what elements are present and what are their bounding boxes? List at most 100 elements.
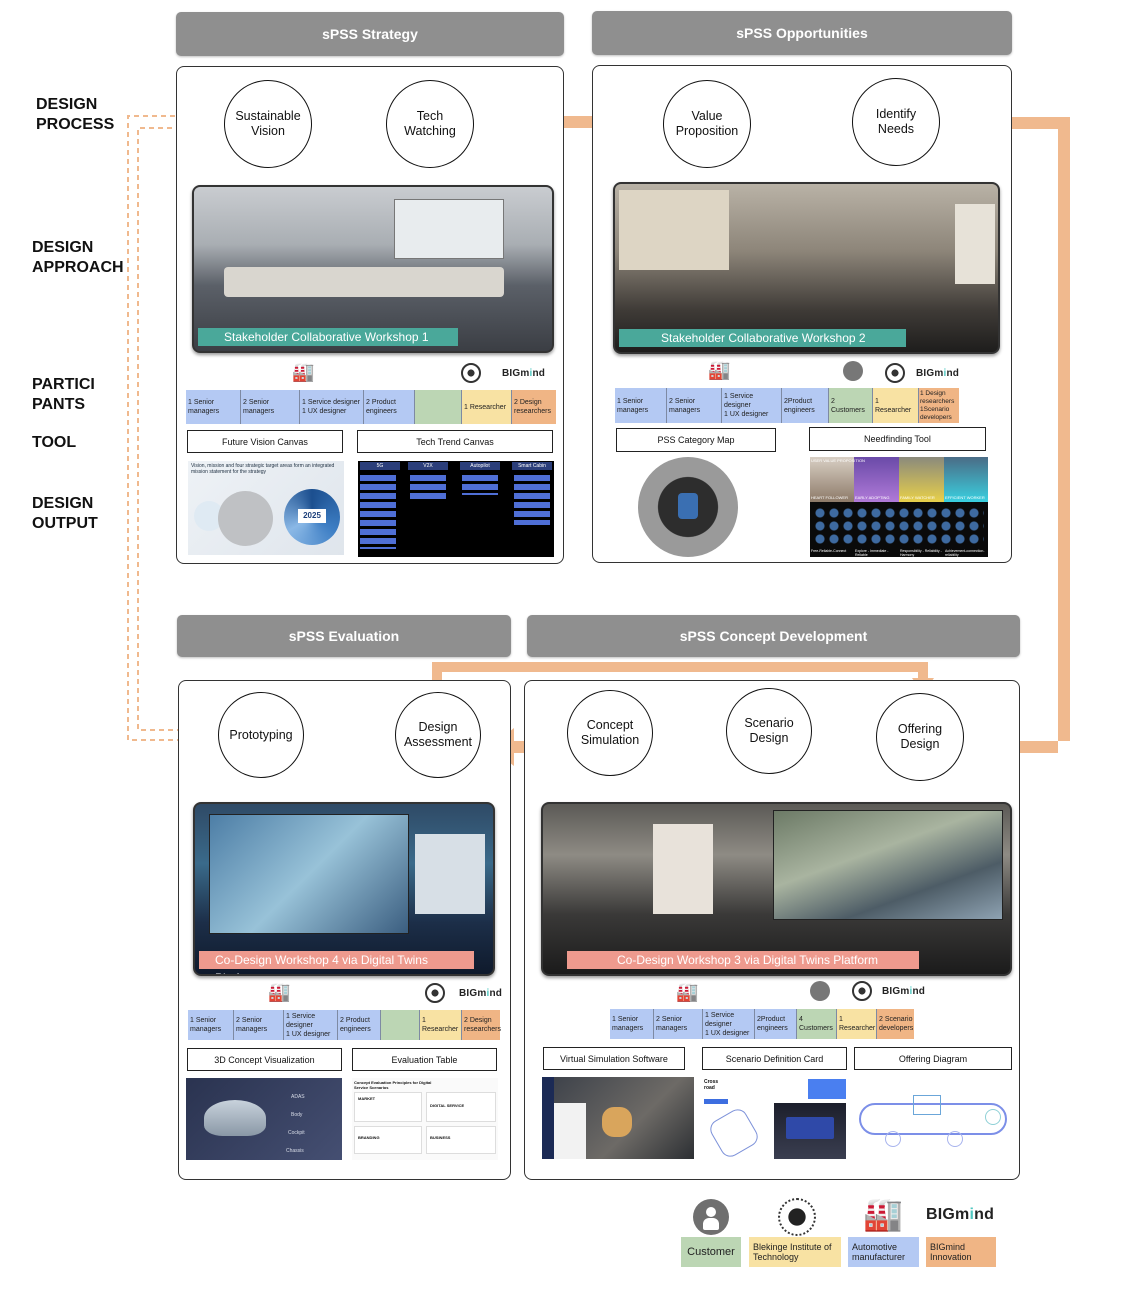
participants-strategy: 1 Senior managers 2 Senior managers 1 Se… <box>186 390 556 424</box>
bigmind-logo: BIGmind <box>916 368 960 379</box>
tool-tech-trend-canvas: Tech Trend Canvas <box>357 430 553 453</box>
scenario-card-title: Cross road <box>704 1079 719 1091</box>
trend-cards <box>360 475 396 549</box>
trend-cards <box>462 475 498 495</box>
row-label-design-output: DESIGN OUTPUT <box>32 495 98 532</box>
tool-scenario-definition-card: Scenario Definition Card <box>702 1047 847 1070</box>
car-part-label: Chassis <box>286 1148 304 1154</box>
persona-values: Free-Reliable-Connect <box>811 549 847 553</box>
eval-table-title: Concept Evaluation Principles for Digita… <box>354 1080 432 1090</box>
customer-icon <box>810 981 830 1001</box>
participant-cell: 1 Researcher <box>873 388 919 423</box>
car-part-label: Body <box>291 1112 303 1118</box>
trend-column-header: Autopilot <box>460 462 500 470</box>
vision-circle-mid <box>218 491 273 546</box>
factory-icon: 🏭 <box>292 362 315 382</box>
participant-cell: 1 Service designer 1 UX designer <box>300 390 364 424</box>
kiosk <box>653 824 713 914</box>
participant-cell: 2 Product engineers <box>364 390 415 424</box>
participant-cell: 1 Senior managers <box>615 388 667 423</box>
trend-column-header: Smart Cabin <box>512 462 552 470</box>
customer-head <box>706 1207 716 1217</box>
vision-circle-2025: 2025 <box>284 489 340 545</box>
participant-cell: 2 Customers <box>829 388 873 423</box>
step-offering-design: Offering Design <box>876 693 964 781</box>
factory-icon: 🏭 <box>708 360 731 380</box>
participant-cell: 2Product engineers <box>755 1009 797 1039</box>
scenario-card-tag <box>704 1099 728 1104</box>
eval-category: BRANDING <box>354 1126 422 1154</box>
persona-values: Responsibility - Reliability - Harmony <box>900 549 942 557</box>
persona-label: FAMILY WATCHER <box>900 495 935 500</box>
digital-twin-video-wall <box>209 814 409 934</box>
bth-seal-icon <box>425 983 445 1003</box>
persona-label: EFFICIENT WORKER <box>945 495 985 500</box>
participant-cell: 2 Design researchers <box>462 1010 501 1040</box>
participant-cell: 2 Senior managers <box>241 390 300 424</box>
offering-node <box>947 1131 963 1147</box>
car-render <box>204 1100 266 1136</box>
factory-icon: 🏭 <box>676 982 699 1002</box>
legend-bth-seal-icon <box>778 1198 816 1236</box>
persona-values: Achievement-connection-reliability <box>945 549 985 557</box>
workshop-photo-4: Co-Design Workshop 4 via Digital Twins P… <box>193 802 495 976</box>
participant-cell: 1 Senior managers <box>610 1009 654 1039</box>
persona-label: HEART FOLLOWER <box>811 495 848 500</box>
step-tech-watching: Tech Watching <box>386 80 474 168</box>
tool-future-vision-canvas: Future Vision Canvas <box>187 430 343 453</box>
step-value-proposition: Value Proposition <box>663 80 751 168</box>
vision-statement-text: Vision, mission and four strategic targe… <box>191 463 335 475</box>
output-tech-trend: 5G V2X Autopilot Smart Cabin <box>358 461 554 557</box>
phase-header-opportunities: sPSS Opportunities <box>592 11 1012 55</box>
trend-column-header: 5G <box>360 462 400 470</box>
digital-twin-video-wall <box>773 810 1003 920</box>
eval-category: DIGITAL SERVICE <box>426 1092 496 1122</box>
participant-cell: 1 Design researchers 1Scenario developer… <box>919 388 959 423</box>
step-identify-needs: Identify Needs <box>852 78 940 166</box>
scenario-hmi-screen <box>774 1103 846 1159</box>
legend-factory-icon: 🏭 <box>863 1196 903 1232</box>
map-center-device <box>678 493 698 519</box>
step-design-assessment: Design Assessment <box>395 692 481 778</box>
poster-wall <box>619 190 729 270</box>
customer-body <box>703 1218 719 1230</box>
output-3d-concept: ADAS Body Cockpit Chassis <box>186 1078 342 1160</box>
participant-cell: 1 Researcher <box>420 1010 462 1040</box>
participant-cell <box>381 1010 420 1040</box>
meeting-table <box>224 267 504 297</box>
workshop-caption-1: Stakeholder Collaborative Workshop 1 <box>198 328 458 346</box>
tool-pss-category-map: PSS Category Map <box>616 428 776 452</box>
offering-node <box>913 1095 941 1115</box>
participant-cell: 2 Scenario developers <box>877 1009 914 1039</box>
step-prototyping: Prototyping <box>218 692 304 778</box>
step-concept-simulation: Concept Simulation <box>567 690 653 776</box>
eval-category: MARKET <box>354 1092 422 1122</box>
projector-screen <box>394 199 504 259</box>
participant-cell: 1 Service designer 1 UX designer <box>722 388 782 423</box>
participants-concept: 1 Senior managers 2 Senior managers 1 Se… <box>610 1009 914 1039</box>
trend-column-header: V2X <box>408 462 448 470</box>
output-virtual-simulation <box>542 1077 694 1159</box>
vision-year-label: 2025 <box>298 509 326 523</box>
legend-customer-icon <box>693 1199 729 1235</box>
workshop-caption-3: Co-Design Workshop 3 via Digital Twins P… <box>567 951 919 969</box>
tool-offering-diagram: Offering Diagram <box>854 1047 1012 1070</box>
phase-header-strategy: sPSS Strategy <box>176 12 564 56</box>
workshop-photo-3: Co-Design Workshop 3 via Digital Twins P… <box>541 802 1012 976</box>
tool-needfinding: Needfinding Tool <box>809 427 986 451</box>
participant-cell: 1 Senior managers <box>186 390 241 424</box>
row-label-tool: TOOL <box>32 434 77 451</box>
customer-icon <box>843 361 863 381</box>
participant-cell <box>415 390 462 424</box>
scenario-card-header <box>808 1079 846 1099</box>
row-label-design-approach: DESIGN APPROACH <box>32 239 124 276</box>
output-scenario-card: Cross road <box>702 1077 848 1159</box>
legend-bigmind: BIGmind Innovation <box>926 1237 996 1267</box>
car-part-label: Cockpit <box>288 1130 305 1136</box>
output-offering-diagram <box>855 1077 1011 1159</box>
factory-icon: 🏭 <box>268 982 291 1002</box>
participants-opportunities: 1 Senior managers 2 Senior managers 1 Se… <box>615 388 959 423</box>
legend-bth: Blekinge Institute of Technology <box>749 1237 841 1267</box>
tool-evaluation-table: Evaluation Table <box>352 1048 497 1071</box>
offering-node <box>985 1109 1001 1125</box>
